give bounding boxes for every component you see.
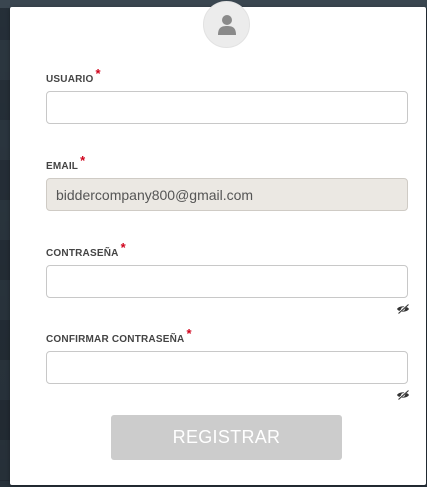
contrasena-input[interactable] bbox=[46, 265, 408, 298]
eye-slash-icon[interactable] bbox=[396, 390, 410, 400]
usuario-required-mark: * bbox=[95, 66, 101, 81]
avatar bbox=[203, 1, 250, 48]
registrar-button[interactable]: REGISTRAR bbox=[111, 415, 342, 460]
contrasena-label: CONTRASEÑA * bbox=[46, 241, 408, 260]
confirmar-contrasena-input[interactable] bbox=[46, 351, 408, 384]
usuario-input[interactable] bbox=[46, 91, 408, 124]
contrasena-field-group: CONTRASEÑA * bbox=[46, 241, 409, 314]
confirmar-contrasena-required-mark: * bbox=[186, 326, 192, 341]
contrasena-required-mark: * bbox=[120, 240, 126, 255]
confirmar-contrasena-label: CONFIRMAR CONTRASEÑA * bbox=[46, 327, 408, 346]
eye-slash-icon[interactable] bbox=[396, 304, 410, 314]
email-required-mark: * bbox=[80, 153, 86, 168]
contrasena-label-text: CONTRASEÑA bbox=[46, 248, 119, 259]
confirmar-contrasena-field-group: CONFIRMAR CONTRASEÑA * bbox=[46, 327, 409, 400]
email-input[interactable] bbox=[46, 178, 408, 211]
usuario-field-group: USUARIO * bbox=[46, 67, 408, 124]
register-modal: USUARIO* EMAIL* CONTRASEÑA* CONFIRMAR CO… bbox=[10, 1, 426, 485]
email-label: EMAIL * bbox=[46, 154, 408, 173]
email-field-group: EMAIL * bbox=[46, 154, 408, 211]
usuario-label-text: USUARIO bbox=[46, 74, 94, 85]
email-label-text: EMAIL bbox=[46, 161, 79, 172]
user-icon bbox=[218, 15, 236, 35]
confirmar-contrasena-label-text: CONFIRMAR CONTRASEÑA bbox=[46, 334, 185, 345]
usuario-label: USUARIO * bbox=[46, 67, 408, 86]
